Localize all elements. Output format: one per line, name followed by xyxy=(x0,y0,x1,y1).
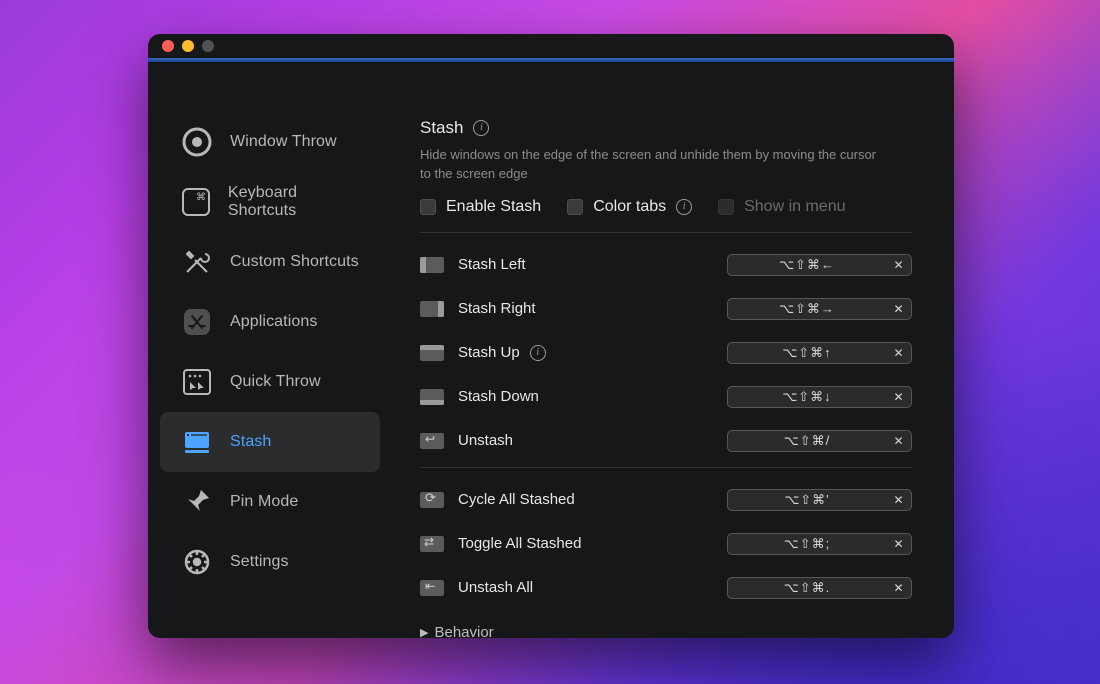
shortcut-row: Stash Left⌥⇧⌘←✕ xyxy=(420,243,912,287)
shortcut-field[interactable]: ⌥⇧⌘. xyxy=(727,577,887,599)
checkbox-icon[interactable] xyxy=(420,199,436,215)
sidebar-item-keyboard-shortcuts[interactable]: ⌘ Keyboard Shortcuts xyxy=(160,172,380,232)
shortcut-field[interactable]: ⌥⇧⌘' xyxy=(727,489,887,511)
app-store-icon xyxy=(178,303,216,341)
pin-icon xyxy=(178,483,216,521)
shortcut-label: Stash Right xyxy=(458,300,727,317)
zoom-icon[interactable] xyxy=(202,40,214,52)
stash-right-icon xyxy=(420,301,444,317)
shortcut-label: Cycle All Stashed xyxy=(458,491,727,508)
stash-icon xyxy=(178,423,216,461)
panel-title: Stash xyxy=(420,118,463,138)
unstash-all-icon xyxy=(420,580,444,596)
shortcut-label: Toggle All Stashed xyxy=(458,535,727,552)
accent-bar xyxy=(148,58,954,62)
shortcut-field[interactable]: ⌥⇧⌘; xyxy=(727,533,887,555)
shortcut-field[interactable]: ⌥⇧⌘↓ xyxy=(727,386,887,408)
disclosure-triangle-icon: ▶ xyxy=(420,626,428,638)
sidebar: Window Throw ⌘ Keyboard Shortcuts xyxy=(148,62,392,638)
info-icon[interactable]: i xyxy=(530,345,546,361)
clear-shortcut-button[interactable]: ✕ xyxy=(886,386,912,408)
sidebar-item-label: Keyboard Shortcuts xyxy=(228,184,362,220)
cycle-icon xyxy=(420,492,444,508)
settings-panel: Stash i Hide windows on the edge of the … xyxy=(392,62,954,638)
shortcut-row: Unstash All⌥⇧⌘.✕ xyxy=(420,566,912,610)
checkbox-icon xyxy=(718,199,734,215)
clear-shortcut-button[interactable]: ✕ xyxy=(886,430,912,452)
sidebar-item-pin-mode[interactable]: Pin Mode xyxy=(160,472,380,532)
sidebar-item-quick-throw[interactable]: Quick Throw xyxy=(160,352,380,412)
shortcut-label: Stash Upi xyxy=(458,344,727,361)
toggle-icon xyxy=(420,536,444,552)
sidebar-item-label: Pin Mode xyxy=(230,493,298,511)
checkbox-icon[interactable] xyxy=(567,199,583,215)
close-icon[interactable] xyxy=(162,40,174,52)
sidebar-item-stash[interactable]: Stash xyxy=(160,412,380,472)
shortcut-label: Unstash All xyxy=(458,579,727,596)
divider xyxy=(420,467,912,468)
option-label: Color tabs xyxy=(593,198,666,216)
enable-stash-option[interactable]: Enable Stash xyxy=(420,198,541,216)
behavior-label: Behavior xyxy=(434,624,493,638)
shortcut-field[interactable]: ⌥⇧⌘→ xyxy=(727,298,887,320)
minimize-icon[interactable] xyxy=(182,40,194,52)
clear-shortcut-button[interactable]: ✕ xyxy=(886,489,912,511)
app-window: Window Throw ⌘ Keyboard Shortcuts xyxy=(148,34,954,638)
shortcut-row: Stash Right⌥⇧⌘→✕ xyxy=(420,287,912,331)
sidebar-item-label: Custom Shortcuts xyxy=(230,253,359,271)
titlebar xyxy=(148,34,954,58)
shortcut-row: Cycle All Stashed⌥⇧⌘'✕ xyxy=(420,478,912,522)
option-label: Show in menu xyxy=(744,198,845,216)
clear-shortcut-button[interactable]: ✕ xyxy=(886,577,912,599)
sidebar-item-settings[interactable]: Settings xyxy=(160,532,380,592)
sidebar-item-applications[interactable]: Applications xyxy=(160,292,380,352)
shortcut-row: Toggle All Stashed⌥⇧⌘;✕ xyxy=(420,522,912,566)
clear-shortcut-button[interactable]: ✕ xyxy=(886,254,912,276)
sidebar-item-label: Window Throw xyxy=(230,133,337,151)
info-icon[interactable]: i xyxy=(473,120,489,136)
behavior-disclosure[interactable]: ▶ Behavior xyxy=(420,624,912,638)
svg-text:⌘: ⌘ xyxy=(196,192,206,203)
shortcut-field[interactable]: ⌥⇧⌘/ xyxy=(727,430,887,452)
stash-left-icon xyxy=(420,257,444,273)
sidebar-item-label: Stash xyxy=(230,433,271,451)
sidebar-item-window-throw[interactable]: Window Throw xyxy=(160,112,380,172)
shortcut-field[interactable]: ⌥⇧⌘↑ xyxy=(727,342,887,364)
sidebar-item-label: Quick Throw xyxy=(230,373,321,391)
shortcut-label: Unstash xyxy=(458,432,727,449)
shortcut-label: Stash Left xyxy=(458,256,727,273)
sidebar-item-custom-shortcuts[interactable]: Custom Shortcuts xyxy=(160,232,380,292)
color-tabs-option[interactable]: Color tabs i xyxy=(567,198,692,216)
shortcut-row: Stash Down⌥⇧⌘↓✕ xyxy=(420,375,912,419)
command-key-icon: ⌘ xyxy=(178,183,214,221)
divider xyxy=(420,232,912,233)
option-label: Enable Stash xyxy=(446,198,541,216)
tools-icon xyxy=(178,243,216,281)
stash-up-icon xyxy=(420,345,444,361)
gear-icon xyxy=(178,543,216,581)
stash-down-icon xyxy=(420,389,444,405)
panel-description: Hide windows on the edge of the screen a… xyxy=(420,146,880,184)
show-in-menu-option: Show in menu xyxy=(718,198,845,216)
shortcut-row: Stash Upi⌥⇧⌘↑✕ xyxy=(420,331,912,375)
info-icon[interactable]: i xyxy=(676,199,692,215)
clear-shortcut-button[interactable]: ✕ xyxy=(886,533,912,555)
unstash-icon xyxy=(420,433,444,449)
clear-shortcut-button[interactable]: ✕ xyxy=(886,298,912,320)
target-icon xyxy=(178,123,216,161)
shortcut-row: Unstash⌥⇧⌘/✕ xyxy=(420,419,912,463)
sidebar-item-label: Settings xyxy=(230,553,289,571)
clear-shortcut-button[interactable]: ✕ xyxy=(886,342,912,364)
shortcut-label: Stash Down xyxy=(458,388,727,405)
cursors-icon xyxy=(178,363,216,401)
sidebar-item-label: Applications xyxy=(230,313,317,331)
shortcut-field[interactable]: ⌥⇧⌘← xyxy=(727,254,887,276)
